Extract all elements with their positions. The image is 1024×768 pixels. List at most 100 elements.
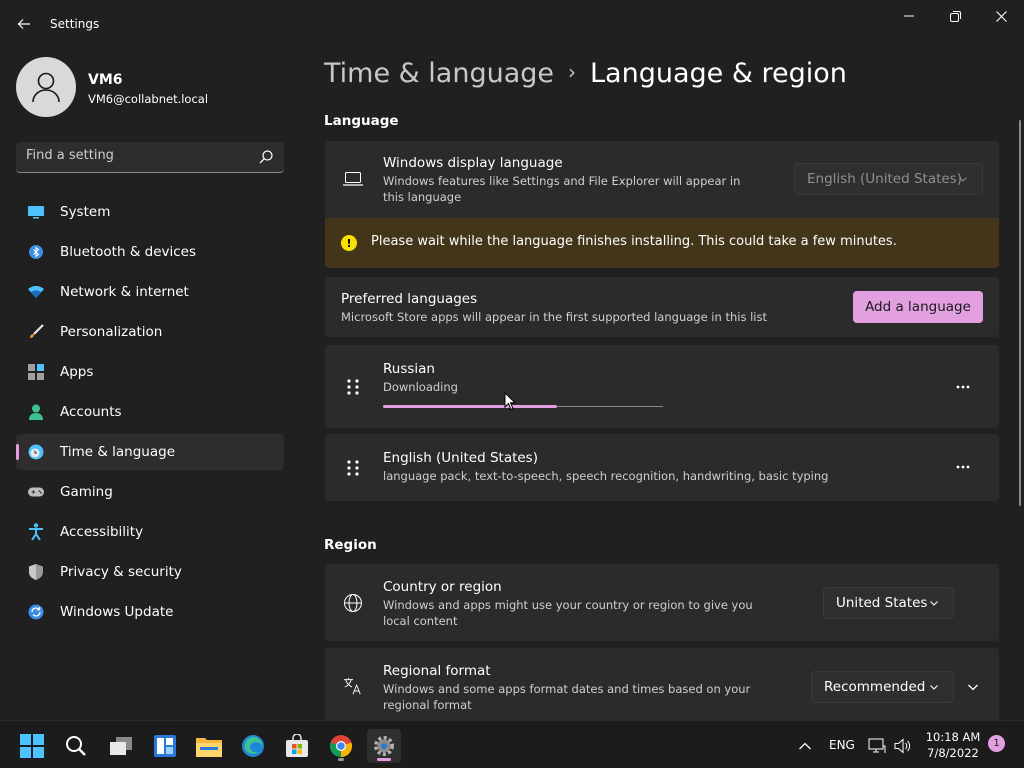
sidebar-item-accounts[interactable]: Accounts (16, 394, 284, 430)
language-features: language pack, text-to-speech, speech re… (383, 469, 829, 483)
sidebar-item-windows-update[interactable]: Windows Update (16, 594, 284, 630)
language-item-english[interactable]: English (United States) language pack, t… (325, 434, 999, 501)
clock-time: 10:18 AM (925, 730, 981, 744)
sidebar-item-bluetooth[interactable]: Bluetooth & devices (16, 234, 284, 270)
wifi-icon (28, 284, 44, 300)
sidebar-item-label: Gaming (60, 484, 113, 500)
drag-handle-icon[interactable] (346, 459, 360, 477)
regional-format-title: Regional format (383, 663, 491, 679)
region-section-title: Region (324, 537, 377, 553)
sidebar-item-label: Network & internet (60, 284, 189, 300)
sidebar-item-label: Personalization (60, 324, 163, 340)
edge-icon (242, 735, 264, 757)
minimize-button[interactable] (886, 0, 932, 32)
back-button[interactable] (10, 10, 38, 38)
network-icon (868, 738, 886, 753)
volume-button[interactable] (890, 729, 916, 763)
mouse-cursor-icon (504, 392, 516, 411)
sidebar-item-network[interactable]: Network & internet (16, 274, 284, 310)
minimize-icon (904, 15, 914, 17)
country-region-description: Windows and apps might use your country … (383, 598, 753, 628)
start-icon (20, 734, 44, 758)
drag-handle-icon[interactable] (346, 378, 360, 396)
settings-button[interactable] (367, 729, 401, 763)
clock-date: 7/8/2022 (927, 746, 979, 760)
sidebar-item-apps[interactable]: Apps (16, 354, 284, 390)
globe-icon (343, 593, 363, 613)
sidebar-item-privacy[interactable]: Privacy & security (16, 554, 284, 590)
brush-icon (28, 324, 44, 340)
task-view-button[interactable] (104, 729, 138, 763)
running-indicator (338, 758, 344, 761)
chrome-icon (329, 735, 353, 758)
search-icon[interactable] (258, 149, 274, 165)
file-explorer-button[interactable] (192, 729, 226, 763)
country-region-title: Country or region (383, 579, 502, 595)
settings-icon (374, 736, 394, 756)
regional-format-description: Windows and some apps format dates and t… (383, 682, 751, 712)
widgets-button[interactable] (148, 729, 182, 763)
sidebar-item-label: System (60, 204, 111, 220)
chevron-down-icon (959, 177, 967, 182)
tray-overflow-button[interactable] (790, 729, 820, 763)
restore-icon (949, 10, 961, 22)
close-button[interactable] (978, 0, 1024, 32)
sidebar-item-accessibility[interactable]: Accessibility (16, 514, 284, 550)
expand-button[interactable] (963, 677, 983, 697)
sidebar-item-time-language[interactable]: Time & language (16, 434, 284, 470)
country-region-dropdown[interactable]: United States (823, 587, 954, 619)
breadcrumb-parent[interactable]: Time & language (324, 58, 554, 89)
chevron-up-icon (799, 742, 811, 750)
avatar[interactable] (16, 57, 76, 117)
sidebar-item-personalization[interactable]: Personalization (16, 314, 284, 350)
download-progress-fill (383, 405, 557, 408)
clock[interactable]: 10:18 AM 7/8/2022 (918, 729, 988, 761)
regional-format-selected: Recommended (824, 679, 926, 695)
add-language-button[interactable]: Add a language (853, 291, 983, 323)
chevron-down-icon (968, 684, 978, 691)
more-options-button[interactable] (953, 377, 973, 397)
sidebar-item-gaming[interactable]: Gaming (16, 474, 284, 510)
person-icon (28, 404, 44, 420)
notification-badge[interactable]: 1 (988, 735, 1005, 752)
sidebar-item-label: Privacy & security (60, 564, 182, 580)
edge-button[interactable] (236, 729, 270, 763)
input-language[interactable]: ENG (829, 738, 855, 752)
search-box[interactable] (16, 142, 284, 173)
search-input[interactable] (26, 148, 246, 163)
user-name: VM6 (88, 72, 123, 88)
more-icon (956, 465, 970, 469)
user-email: VM6@collabnet.local (88, 92, 209, 106)
taskbar: ENG 10:18 AM 7/8/2022 (0, 720, 1024, 768)
warning-text: Please wait while the language finishes … (371, 234, 897, 249)
sidebar-item-label: Accessibility (60, 524, 144, 540)
file-explorer-icon (196, 738, 222, 757)
bluetooth-icon (28, 244, 44, 260)
country-region-selected: United States (836, 595, 928, 611)
breadcrumb-separator: › (568, 60, 577, 84)
language-name: English (United States) (383, 450, 538, 466)
chevron-down-icon (930, 685, 938, 690)
language-section-title: Language (324, 113, 399, 129)
chrome-button[interactable] (324, 729, 358, 763)
network-status-button[interactable] (864, 729, 890, 763)
sidebar-item-label: Bluetooth & devices (60, 244, 197, 260)
more-options-button[interactable] (953, 457, 973, 477)
chevron-down-icon (930, 601, 938, 606)
shield-icon (28, 564, 44, 580)
language-item-russian[interactable]: Russian Downloading (325, 345, 999, 428)
breadcrumb: Time & language › Language & region (324, 58, 847, 89)
regional-format-card[interactable]: Regional format Windows and some apps fo… (325, 648, 999, 720)
regional-format-dropdown[interactable]: Recommended (811, 671, 954, 703)
store-button[interactable] (280, 729, 314, 763)
start-button[interactable] (15, 729, 49, 763)
sidebar-item-system[interactable]: System (16, 194, 284, 230)
apps-icon (28, 364, 44, 380)
update-icon (28, 604, 44, 620)
language-name: Russian (383, 361, 435, 377)
preferred-languages-description: Microsoft Store apps will appear in the … (341, 310, 767, 324)
display-language-dropdown[interactable]: English (United States) (794, 163, 983, 195)
maximize-button[interactable] (932, 0, 978, 32)
scrollbar[interactable] (1019, 120, 1021, 506)
taskbar-search-button[interactable] (59, 729, 93, 763)
